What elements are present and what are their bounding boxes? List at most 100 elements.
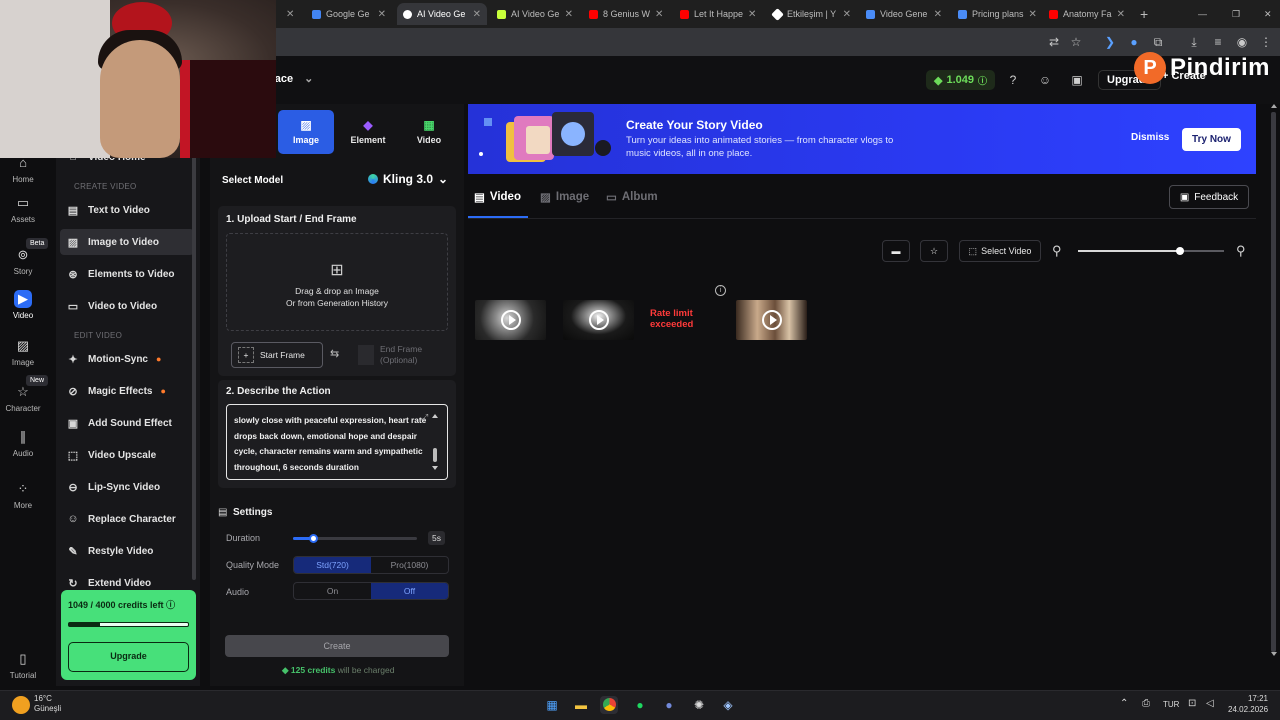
info-icon[interactable]: i xyxy=(715,285,726,296)
feedback-button[interactable]: ▣ Feedback xyxy=(1169,185,1249,209)
browser-tab[interactable]: 8 Genius W ✕ xyxy=(583,3,669,25)
tab-image-results[interactable]: ▨ Image xyxy=(540,190,589,204)
weather-widget[interactable]: 16°C Güneşli xyxy=(34,694,61,714)
close-icon[interactable]: ✕ xyxy=(748,9,756,20)
chrome-icon[interactable] xyxy=(600,696,618,714)
prompt-scrollbar[interactable] xyxy=(432,414,438,472)
language-indicator[interactable]: TUR xyxy=(1163,700,1179,709)
tab-element[interactable]: ◆ Element xyxy=(340,110,396,154)
menu-item-motion-sync[interactable]: ✦ Motion-Sync ● xyxy=(60,346,194,372)
browser-tab[interactable]: Video Gene ✕ xyxy=(860,3,948,25)
tab-image[interactable]: ▨ Image xyxy=(278,110,334,154)
discord-icon[interactable]: ☺ xyxy=(1037,72,1053,88)
layout-toggle-button[interactable]: ▬ xyxy=(882,240,910,262)
select-video-button[interactable]: ⬚ Select Video xyxy=(959,240,1041,262)
credits-pill[interactable]: ◆ 1.049 ⓘ xyxy=(926,70,996,90)
puzzle-icon[interactable]: ⧉ xyxy=(1150,34,1166,50)
prompt-textarea[interactable]: slowly close with peaceful expression, h… xyxy=(226,404,448,480)
end-frame-button[interactable]: End Frame (Optional) xyxy=(352,342,448,368)
close-icon[interactable]: ✕ xyxy=(473,9,481,20)
tab-close-icon[interactable]: ✕ xyxy=(280,3,300,25)
close-icon[interactable]: ✕ xyxy=(1117,9,1125,20)
rail-item-assets[interactable]: ▭ Assets xyxy=(0,194,46,224)
zoom-out-icon[interactable]: ⚲ xyxy=(1052,243,1062,259)
app-icon[interactable]: ✺ xyxy=(690,696,708,714)
discord-icon[interactable]: ● xyxy=(660,696,678,714)
minimize-icon[interactable]: — xyxy=(1192,3,1208,25)
bookmark-star-icon[interactable]: ☆ xyxy=(1068,34,1084,50)
volume-icon[interactable]: ◁ xyxy=(1206,698,1214,709)
menu-scrollbar[interactable] xyxy=(192,150,196,580)
tab-video[interactable]: ▦ Video xyxy=(401,110,457,154)
close-icon[interactable]: ✕ xyxy=(655,9,663,20)
image-dropzone[interactable]: ⊞ Drag & drop an Image Or from Generatio… xyxy=(226,233,448,331)
zoom-slider-knob[interactable] xyxy=(1176,247,1185,255)
close-icon[interactable]: ✕ xyxy=(565,9,573,20)
content-scrollbar[interactable] xyxy=(1271,104,1277,674)
rail-item-image[interactable]: ▨ Image xyxy=(0,337,46,367)
play-icon[interactable] xyxy=(588,310,609,330)
window-close-icon[interactable]: ✕ xyxy=(1258,3,1274,25)
video-thumbnail[interactable] xyxy=(475,300,546,340)
rail-item-video[interactable]: ▶ Video xyxy=(0,290,46,320)
duration-slider[interactable] xyxy=(293,534,417,543)
zoom-slider[interactable] xyxy=(1078,247,1224,255)
microphone-icon[interactable]: ⎙ xyxy=(1142,698,1150,709)
file-explorer-icon[interactable]: ▬ xyxy=(572,696,590,714)
browser-tab[interactable]: Etkileşim | Y ✕ xyxy=(767,3,857,25)
clock[interactable]: 17:21 24.02.2026 xyxy=(1228,693,1268,715)
windows-start-icon[interactable]: ▦ xyxy=(543,696,561,714)
favorites-button[interactable]: ☆ xyxy=(920,240,948,262)
browser-tab-active[interactable]: AI Video Ge ✕ xyxy=(397,3,487,25)
rail-item-home[interactable]: ⌂ Home xyxy=(0,154,46,184)
rail-item-story[interactable]: ⊚ Story xyxy=(0,246,46,276)
duration-slider-knob[interactable] xyxy=(308,534,318,543)
dismiss-button[interactable]: Dismiss xyxy=(1131,132,1169,143)
browser-tab[interactable]: Pricing plans ✕ xyxy=(952,3,1040,25)
weather-sun-icon[interactable] xyxy=(12,696,30,714)
steam-icon[interactable]: ◈ xyxy=(719,696,737,714)
menu-item-restyle-video[interactable]: ✎ Restyle Video xyxy=(60,538,194,564)
video-thumbnail[interactable] xyxy=(563,300,634,340)
menu-item-lip-sync[interactable]: ⊖ Lip-Sync Video xyxy=(60,474,194,500)
audio-on-option[interactable]: On xyxy=(294,583,371,599)
close-icon[interactable]: ✕ xyxy=(934,9,942,20)
tv-icon[interactable]: ▣ xyxy=(1069,72,1085,88)
media-control-icon[interactable]: ≡ xyxy=(1210,34,1226,50)
tab-album[interactable]: ▭ Album xyxy=(606,190,658,204)
rail-item-tutorial[interactable]: ▯ Tutorial xyxy=(0,650,46,680)
network-icon[interactable]: ⊡ xyxy=(1188,698,1196,709)
swap-icon[interactable]: ⇆ xyxy=(330,347,339,360)
browser-tab[interactable]: Let It Happe ✕ xyxy=(674,3,762,25)
menu-item-add-sound-effect[interactable]: ▣ Add Sound Effect xyxy=(60,410,194,436)
model-dropdown[interactable]: Kling 3.0 ⌄ xyxy=(368,172,448,186)
translate-icon[interactable]: ⇄ xyxy=(1046,34,1062,50)
quality-std-option[interactable]: Std(720) xyxy=(294,557,371,573)
browser-tab[interactable]: Anatomy Fa ✕ xyxy=(1043,3,1131,25)
download-icon[interactable]: ⤓ xyxy=(1186,34,1202,50)
menu-item-magic-effects[interactable]: ⊘ Magic Effects ● xyxy=(60,378,194,404)
menu-item-image-to-video[interactable]: ▨ Image to Video xyxy=(60,229,194,255)
new-tab-button[interactable]: + xyxy=(1134,3,1154,25)
tray-chevron-icon[interactable]: ⌃ xyxy=(1120,698,1128,709)
menu-dots-icon[interactable]: ⋮ xyxy=(1258,34,1274,50)
start-frame-button[interactable]: + Start Frame xyxy=(231,342,323,368)
credits-upgrade-button[interactable]: Upgrade xyxy=(68,642,189,672)
extension-icon[interactable]: ❯ xyxy=(1102,34,1118,50)
browser-tab[interactable]: Google Ge ✕ xyxy=(306,3,392,25)
menu-item-video-upscale[interactable]: ⬚ Video Upscale xyxy=(60,442,194,468)
play-icon[interactable] xyxy=(500,310,521,330)
restore-icon[interactable]: ❐ xyxy=(1226,3,1242,25)
menu-item-video-to-video[interactable]: ▭ Video to Video xyxy=(60,293,194,319)
create-video-button[interactable]: Create xyxy=(225,635,449,657)
close-icon[interactable]: ✕ xyxy=(843,9,851,20)
try-now-button[interactable]: Try Now xyxy=(1182,128,1241,151)
tab-video-results[interactable]: ▤ Video xyxy=(474,190,521,204)
zoom-in-icon[interactable]: ⚲ xyxy=(1236,243,1246,259)
menu-item-replace-character[interactable]: ☺ Replace Character xyxy=(60,506,194,532)
quality-pro-option[interactable]: Pro(1080) xyxy=(371,557,448,573)
play-icon[interactable] xyxy=(761,310,782,330)
extension-icon[interactable]: ● xyxy=(1126,34,1142,50)
browser-tab[interactable]: AI Video Ge ✕ xyxy=(491,3,579,25)
rail-item-audio[interactable]: ∥ Audio xyxy=(0,428,46,458)
